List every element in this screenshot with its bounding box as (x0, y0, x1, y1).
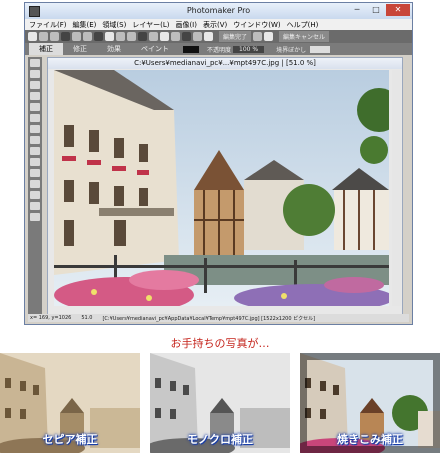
minimize-button[interactable]: ─ (348, 4, 366, 16)
print-icon[interactable] (61, 32, 70, 41)
status-path: [C:¥Users¥medianavi_pc¥AppData¥Local¥Tem… (102, 315, 316, 322)
maximize-button[interactable]: □ (367, 4, 385, 16)
rotate-icon[interactable] (138, 32, 147, 41)
text-tool-icon[interactable] (30, 147, 40, 155)
undo-icon[interactable] (72, 32, 81, 41)
thumbnail-burn: 焼きこみ補正 (300, 353, 440, 453)
sepia-label: セピア補正 (42, 433, 98, 446)
menu-image[interactable]: 画像(I) (175, 20, 197, 30)
camera-icon[interactable] (94, 32, 103, 41)
check-icon[interactable] (264, 32, 274, 41)
copy-icon[interactable] (105, 32, 114, 41)
menu-window[interactable]: ウインドウ(W) (233, 20, 280, 30)
paste-icon[interactable] (116, 32, 125, 41)
document-title: C:¥Users¥medianavi_pc¥...¥mpt497C.jpg | … (48, 58, 402, 69)
menu-bar: ファイル(F) 編集(E) 領域(S) レイヤー(L) 画像(I) 表示(V) … (25, 19, 412, 30)
lock-icon[interactable] (253, 32, 263, 41)
pointer-tool-icon[interactable] (30, 59, 40, 67)
menu-view[interactable]: 表示(V) (203, 20, 227, 30)
open-folder-icon[interactable] (39, 32, 48, 41)
menu-selection[interactable]: 領域(S) (102, 20, 126, 30)
cancel-edit-button[interactable]: 編集キャンセル (279, 31, 330, 42)
tool-palette (28, 57, 42, 315)
toolbar: 編集完了 編集キャンセル (25, 30, 412, 43)
lasso-icon[interactable] (30, 92, 40, 100)
color-swatch[interactable] (183, 45, 199, 53)
crop-icon[interactable] (127, 32, 136, 41)
hand-tool-icon[interactable] (30, 70, 40, 78)
status-bar: x= 169, y=1026 51.0 [C:¥Users¥medianavi_… (28, 314, 409, 322)
apply-edit-button[interactable]: 編集完了 (219, 31, 252, 42)
tab-correction[interactable]: 補正 (29, 43, 63, 55)
menu-edit[interactable]: 編集(E) (73, 20, 97, 30)
status-coords: x= 169, y=1026 (30, 315, 72, 321)
zoom-icon[interactable] (149, 32, 158, 41)
edge-blur-field[interactable] (310, 45, 331, 53)
menu-help[interactable]: ヘルプ(H) (287, 20, 319, 30)
clone-icon[interactable] (30, 191, 40, 199)
layers-icon[interactable] (182, 32, 191, 41)
thumbnail-sepia: セピア補正 (0, 353, 140, 453)
status-zoom: 51.0 (81, 315, 93, 321)
fit-icon[interactable] (160, 32, 169, 41)
edge-blur-label: 境界ぼかし (276, 46, 307, 54)
tool-tabs: 補正 修正 効果 ペイント 不透明度 100 % 境界ぼかし (25, 43, 412, 55)
rect-select-icon[interactable] (30, 81, 40, 89)
text-icon[interactable] (204, 32, 213, 41)
mono-label: モノクロ補正 (187, 433, 253, 446)
photo-canvas[interactable] (54, 70, 389, 306)
new-file-icon[interactable] (28, 32, 37, 41)
save-icon[interactable] (50, 32, 59, 41)
document-window: C:¥Users¥medianavi_pc¥...¥mpt497C.jpg | … (47, 57, 403, 316)
menu-layer[interactable]: レイヤー(L) (132, 20, 169, 30)
tab-paint[interactable]: ペイント (131, 43, 179, 55)
menu-file[interactable]: ファイル(F) (29, 20, 67, 30)
rectangle-icon[interactable] (30, 158, 40, 166)
tab-effects[interactable]: 効果 (97, 43, 131, 55)
brush-icon[interactable] (30, 103, 40, 111)
opacity-label: 不透明度 (207, 46, 232, 54)
app-window: Photomaker Pro ─ □ ✕ ファイル(F) 編集(E) 領域(S)… (24, 2, 413, 325)
ellipse-icon[interactable] (30, 169, 40, 177)
pencil-icon[interactable] (30, 114, 40, 122)
caption-text: お手持ちの写真が… (170, 337, 270, 350)
tab-repair[interactable]: 修正 (63, 43, 97, 55)
thumbnail-mono: モノクロ補正 (150, 353, 290, 453)
burn-label: 焼きこみ補正 (337, 433, 403, 446)
vertical-scrollbar[interactable] (392, 70, 401, 306)
line-icon[interactable] (30, 180, 40, 188)
close-button[interactable]: ✕ (386, 4, 410, 16)
effect-icon[interactable] (193, 32, 202, 41)
fill-icon[interactable] (30, 136, 40, 144)
eyedropper-icon[interactable] (30, 202, 40, 210)
canal-photo (54, 70, 389, 306)
title-bar: Photomaker Pro ─ □ ✕ (25, 3, 412, 19)
eraser-icon[interactable] (30, 125, 40, 133)
zoom-tool-icon[interactable] (30, 213, 40, 221)
grid-icon[interactable] (171, 32, 180, 41)
opacity-field[interactable]: 100 % (233, 45, 265, 53)
redo-icon[interactable] (83, 32, 92, 41)
